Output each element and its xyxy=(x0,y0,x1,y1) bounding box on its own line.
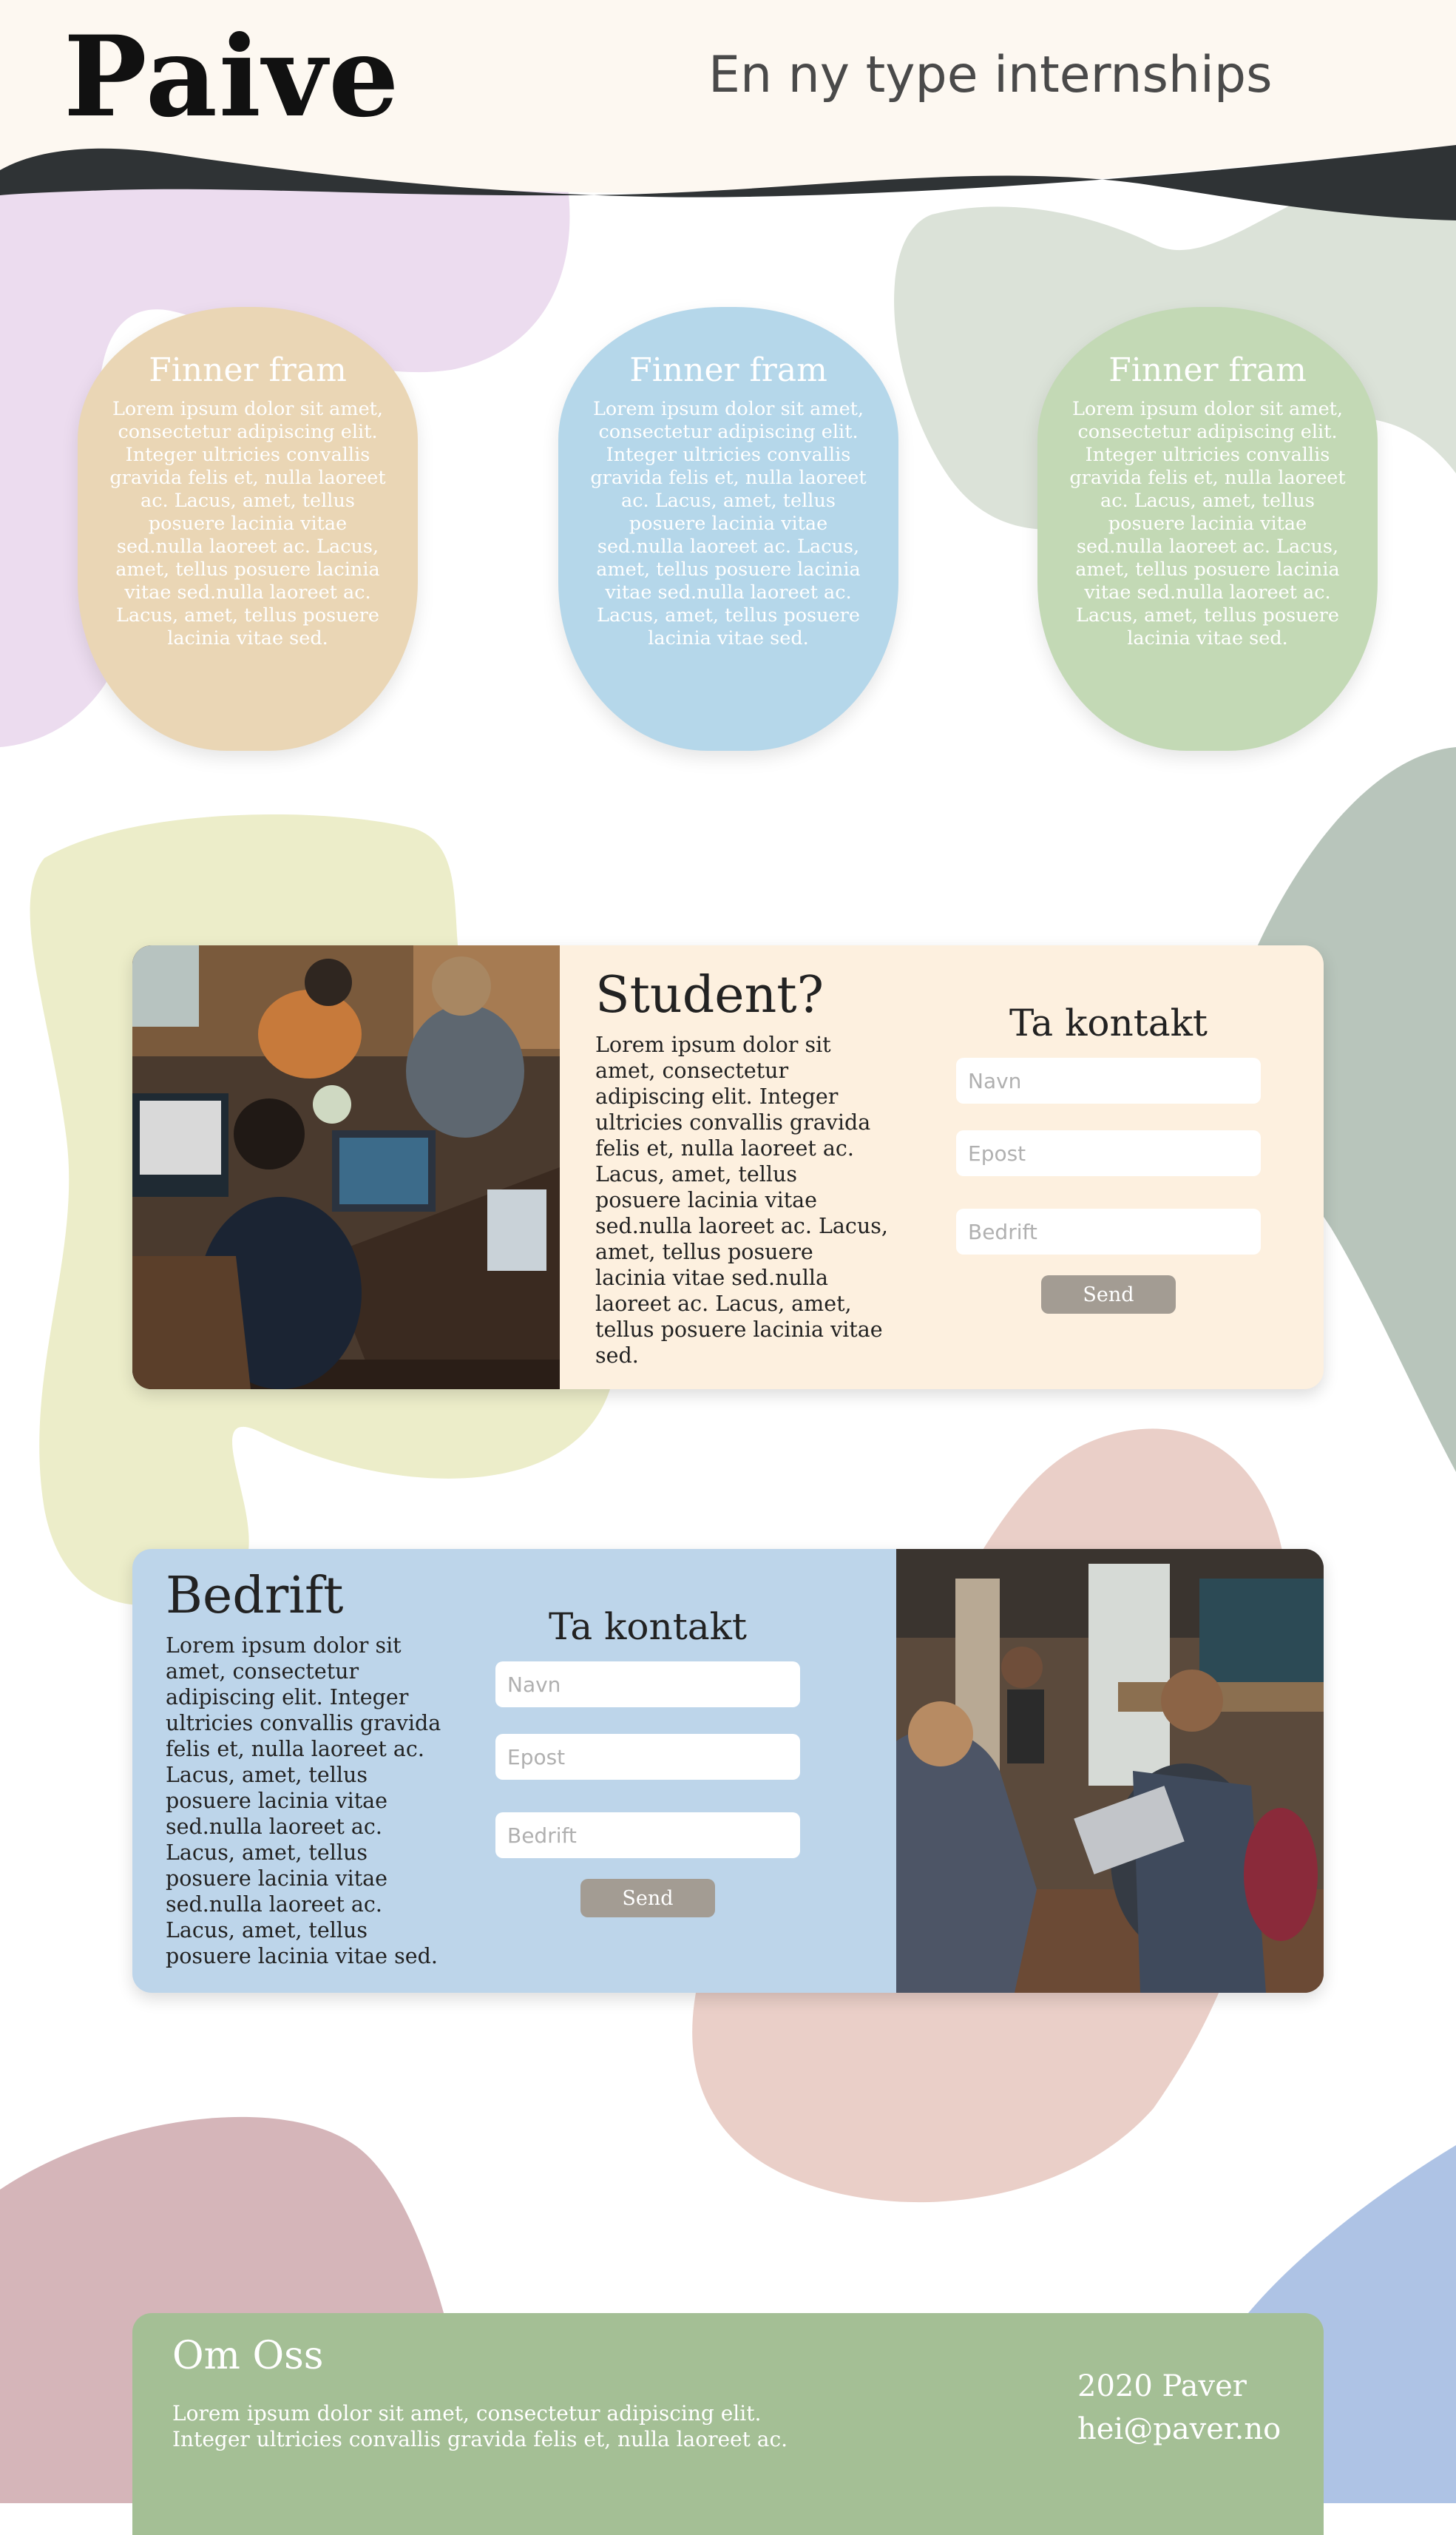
company-contact-form: Ta kontakt Send xyxy=(495,1605,800,1917)
about-footer: Om Oss Lorem ipsum dolor sit amet, conse… xyxy=(132,2313,1324,2535)
info-card: Finner fram Lorem ipsum dolor sit amet, … xyxy=(558,307,898,751)
company-panel: Bedrift Lorem ipsum dolor sit amet, cons… xyxy=(132,1549,1324,1993)
company-photo-image xyxy=(896,1549,1324,1993)
student-contact-form: Ta kontakt Send xyxy=(956,1002,1261,1314)
email-input[interactable] xyxy=(495,1734,800,1780)
contact-email-link[interactable]: hei@paver.no xyxy=(1077,2412,1281,2446)
copyright-text: 2020 Paver xyxy=(1077,2369,1247,2403)
send-button[interactable]: Send xyxy=(1041,1275,1176,1314)
info-card-title: Finner fram xyxy=(149,351,347,389)
info-card-title: Finner fram xyxy=(629,351,827,389)
contact-title: Ta kontakt xyxy=(1009,1002,1208,1044)
send-button[interactable]: Send xyxy=(580,1879,715,1917)
info-card-title: Finner fram xyxy=(1108,351,1307,389)
student-info: Student? Lorem ipsum dolor sit amet, con… xyxy=(595,966,888,1368)
student-text: Lorem ipsum dolor sit amet, consectetur … xyxy=(595,1033,888,1368)
logo[interactable]: Paive xyxy=(64,13,401,141)
name-input[interactable] xyxy=(956,1058,1261,1104)
company-text: Lorem ipsum dolor sit amet, consectetur … xyxy=(166,1633,441,1968)
student-photo-image xyxy=(132,945,560,1389)
info-card: Finner fram Lorem ipsum dolor sit amet, … xyxy=(78,307,418,751)
company-input[interactable] xyxy=(495,1812,800,1858)
student-panel: Student? Lorem ipsum dolor sit amet, con… xyxy=(132,945,1324,1389)
info-card-text: Lorem ipsum dolor sit amet, consectetur … xyxy=(1069,397,1346,649)
student-heading: Student? xyxy=(595,966,824,1025)
site-header: Paive En ny type internships xyxy=(0,0,1456,222)
student-photo xyxy=(132,945,560,1389)
about-text: Lorem ipsum dolor sit amet, consectetur … xyxy=(172,2401,788,2451)
email-input[interactable] xyxy=(956,1130,1261,1176)
about-heading: Om Oss xyxy=(172,2334,324,2378)
info-card: Finner fram Lorem ipsum dolor sit amet, … xyxy=(1037,307,1378,751)
info-card-text: Lorem ipsum dolor sit amet, consectetur … xyxy=(109,397,386,649)
info-card-text: Lorem ipsum dolor sit amet, consectetur … xyxy=(590,397,867,649)
name-input[interactable] xyxy=(495,1661,800,1707)
header-tagline: En ny type internships xyxy=(708,46,1273,104)
company-photo xyxy=(896,1549,1324,1993)
company-input[interactable] xyxy=(956,1209,1261,1255)
contact-title: Ta kontakt xyxy=(548,1605,748,1648)
company-info: Bedrift Lorem ipsum dolor sit amet, cons… xyxy=(166,1567,447,1969)
company-heading: Bedrift xyxy=(166,1567,344,1625)
